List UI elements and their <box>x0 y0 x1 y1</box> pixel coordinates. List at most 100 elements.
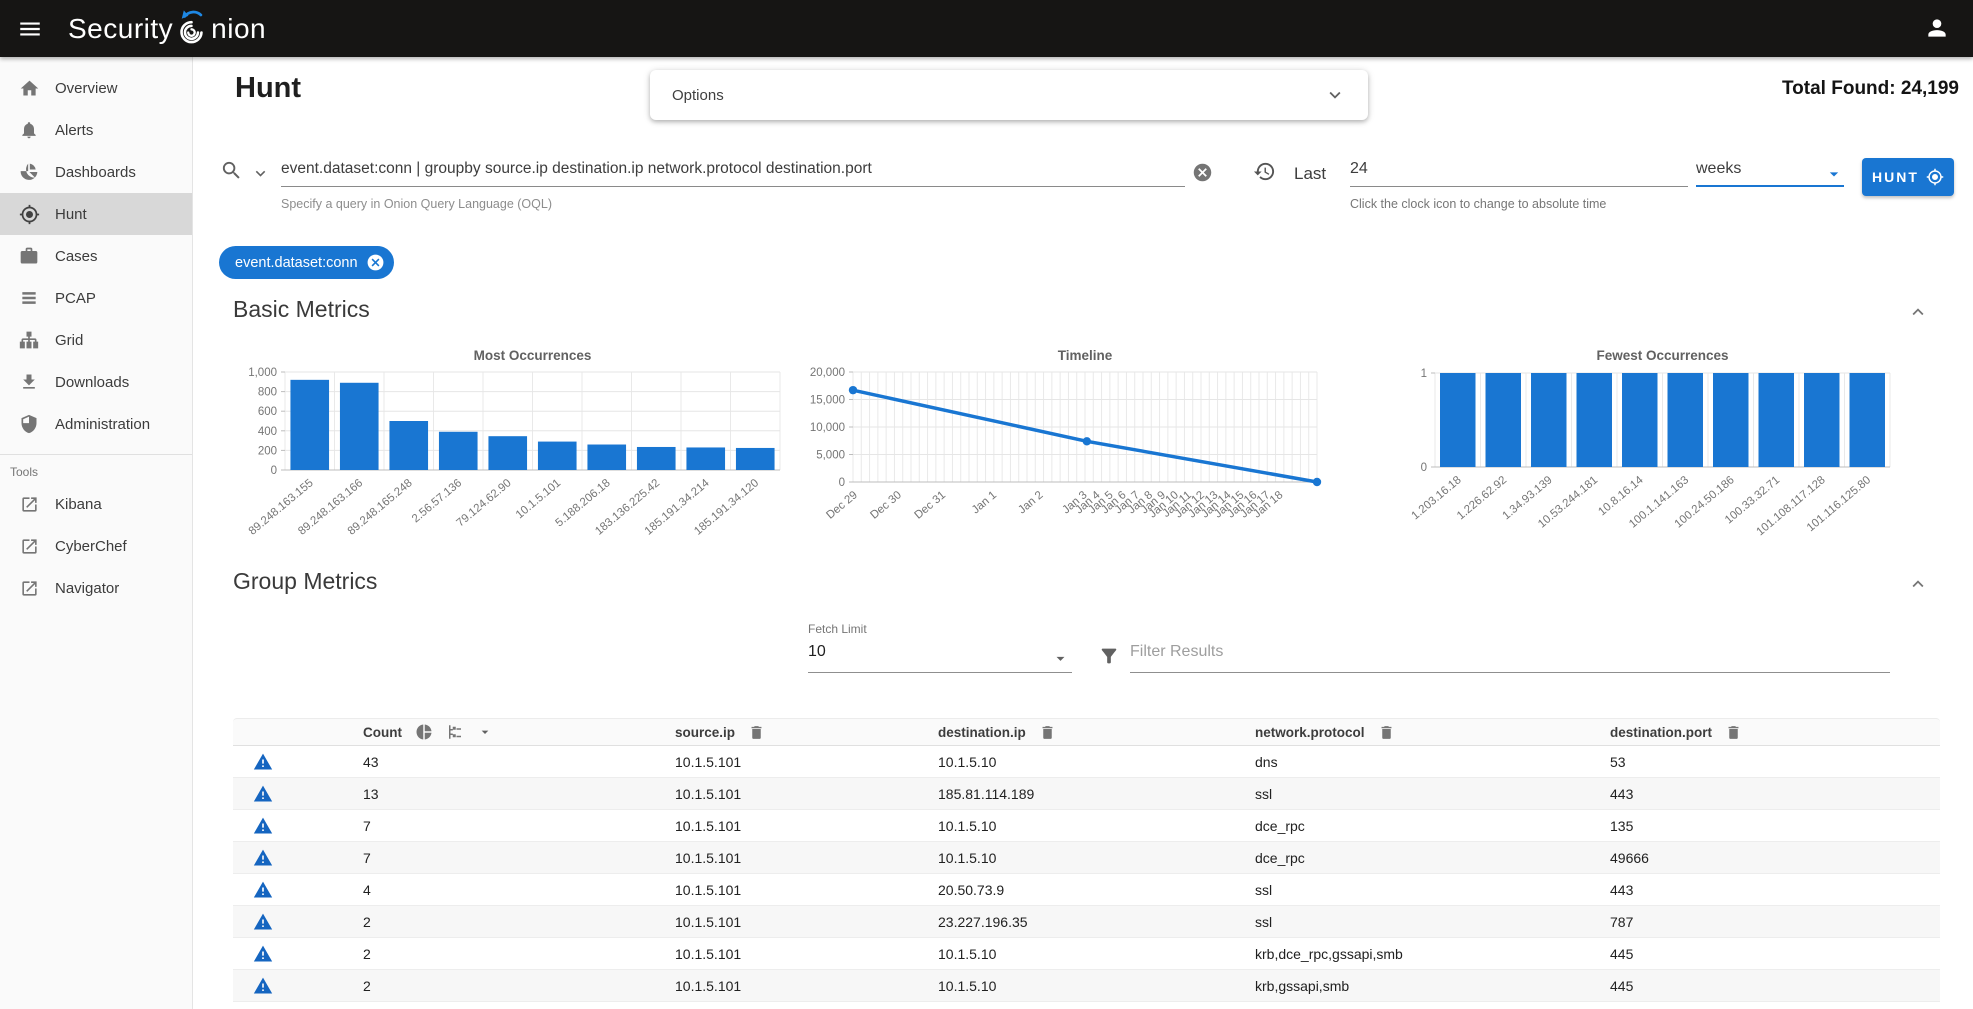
time-unit-select[interactable]: weeks <box>1696 160 1844 187</box>
count-cell[interactable]: 13 <box>363 786 675 802</box>
source-ip-cell[interactable]: 10.1.5.101 <box>675 754 938 770</box>
alert-icon[interactable] <box>253 816 273 836</box>
options-panel-toggle[interactable]: Options <box>650 70 1368 120</box>
sidebar-item-overview[interactable]: Overview <box>0 67 192 109</box>
source-ip-cell[interactable]: 10.1.5.101 <box>675 914 938 930</box>
caret-down-icon[interactable] <box>477 724 493 740</box>
count-cell[interactable]: 4 <box>363 882 675 898</box>
group-metrics-collapse-icon[interactable] <box>1906 572 1930 596</box>
source-ip-cell[interactable]: 10.1.5.101 <box>675 882 938 898</box>
sidebar-item-pcap[interactable]: PCAP <box>0 277 192 319</box>
fewest-occurrences-chart[interactable]: Fewest Occurrences101.203.16.181.226.62.… <box>1388 340 1958 565</box>
network-protocol-cell[interactable]: dns <box>1255 754 1610 770</box>
account-icon[interactable] <box>1917 8 1957 48</box>
network-protocol-cell[interactable]: krb,gssapi,smb <box>1255 978 1610 994</box>
alert-icon[interactable] <box>253 784 273 804</box>
destination-ip-cell[interactable]: 185.81.114.189 <box>938 786 1255 802</box>
trash-icon[interactable] <box>1725 724 1742 741</box>
destination-port-cell[interactable]: 49666 <box>1610 850 1940 866</box>
count-cell[interactable]: 7 <box>363 818 675 834</box>
count-cell[interactable]: 7 <box>363 850 675 866</box>
source-ip-cell[interactable]: 10.1.5.101 <box>675 946 938 962</box>
sidebar-item-dashboards[interactable]: Dashboards <box>0 151 192 193</box>
query-input[interactable]: event.dataset:conn | groupby source.ip d… <box>281 160 1185 187</box>
pie-chart-icon[interactable] <box>415 723 433 741</box>
briefcase-icon <box>18 245 40 267</box>
column-header-destination-port[interactable]: destination.port <box>1610 724 1940 741</box>
count-cell[interactable]: 2 <box>363 978 675 994</box>
sidebar-item-administration[interactable]: Administration <box>0 403 192 445</box>
sankey-icon[interactable] <box>446 723 464 741</box>
hunt-button[interactable]: HUNT <box>1862 158 1954 196</box>
sidebar-item-grid[interactable]: Grid <box>0 319 192 361</box>
alert-icon[interactable] <box>253 912 273 932</box>
filter-results-input[interactable]: Filter Results <box>1130 643 1890 673</box>
sidebar-item-cyberchef[interactable]: CyberChef <box>0 525 192 567</box>
sidebar-item-hunt[interactable]: Hunt <box>0 193 192 235</box>
column-header-count[interactable]: Count <box>363 723 675 741</box>
hunt-page: Security nion Overview Alerts Dash <box>0 0 1973 1009</box>
source-ip-cell[interactable]: 10.1.5.101 <box>675 978 938 994</box>
sidebar-item-kibana[interactable]: Kibana <box>0 483 192 525</box>
query-history-chevron-icon[interactable] <box>251 164 270 183</box>
shield-icon <box>18 413 40 435</box>
destination-port-cell[interactable]: 445 <box>1610 978 1940 994</box>
destination-port-cell[interactable]: 445 <box>1610 946 1940 962</box>
filter-chip[interactable]: event.dataset:conn <box>219 246 394 279</box>
menu-icon[interactable] <box>6 5 54 53</box>
network-protocol-cell[interactable]: ssl <box>1255 882 1610 898</box>
fetch-limit-value: 10 <box>808 643 826 660</box>
destination-ip-cell[interactable]: 10.1.5.10 <box>938 978 1255 994</box>
network-protocol-cell[interactable]: dce_rpc <box>1255 850 1610 866</box>
basic-metrics-collapse-icon[interactable] <box>1906 300 1930 324</box>
most-occurrences-chart[interactable]: Most Occurrences1,000800600400200089.248… <box>233 340 788 565</box>
count-cell[interactable]: 2 <box>363 946 675 962</box>
chip-close-icon[interactable] <box>366 253 385 272</box>
source-ip-cell[interactable]: 10.1.5.101 <box>675 818 938 834</box>
destination-port-cell[interactable]: 787 <box>1610 914 1940 930</box>
destination-ip-cell[interactable]: 10.1.5.10 <box>938 754 1255 770</box>
destination-ip-cell[interactable]: 10.1.5.10 <box>938 850 1255 866</box>
network-protocol-cell[interactable]: ssl <box>1255 914 1610 930</box>
table-row: 410.1.5.10120.50.73.9ssl443 <box>233 874 1940 906</box>
network-protocol-cell[interactable]: dce_rpc <box>1255 818 1610 834</box>
alert-icon[interactable] <box>253 880 273 900</box>
alert-icon[interactable] <box>253 944 273 964</box>
count-cell[interactable]: 2 <box>363 914 675 930</box>
page-title: Hunt <box>235 72 301 105</box>
destination-ip-cell[interactable]: 20.50.73.9 <box>938 882 1255 898</box>
destination-ip-cell[interactable]: 10.1.5.10 <box>938 818 1255 834</box>
trash-icon[interactable] <box>748 724 765 741</box>
sidebar-item-downloads[interactable]: Downloads <box>0 361 192 403</box>
destination-port-cell[interactable]: 443 <box>1610 786 1940 802</box>
sidebar-item-alerts[interactable]: Alerts <box>0 109 192 151</box>
trash-icon[interactable] <box>1039 724 1056 741</box>
column-header-destination-ip[interactable]: destination.ip <box>938 724 1255 741</box>
destination-ip-cell[interactable]: 23.227.196.35 <box>938 914 1255 930</box>
sidebar-item-navigator[interactable]: Navigator <box>0 567 192 609</box>
source-ip-cell[interactable]: 10.1.5.101 <box>675 786 938 802</box>
source-ip-cell[interactable]: 10.1.5.101 <box>675 850 938 866</box>
clock-history-icon[interactable] <box>1253 160 1276 183</box>
filter-funnel-icon <box>1098 645 1120 667</box>
destination-port-cell[interactable]: 443 <box>1610 882 1940 898</box>
destination-port-cell[interactable]: 53 <box>1610 754 1940 770</box>
column-header-network-protocol[interactable]: network.protocol <box>1255 724 1610 741</box>
time-amount-input[interactable]: 24 <box>1350 160 1688 187</box>
trash-icon[interactable] <box>1378 724 1395 741</box>
home-icon <box>18 77 40 99</box>
alert-icon[interactable] <box>253 752 273 772</box>
count-cell[interactable]: 43 <box>363 754 675 770</box>
alert-icon[interactable] <box>253 976 273 996</box>
sidebar-item-cases[interactable]: Cases <box>0 235 192 277</box>
destination-port-cell[interactable]: 135 <box>1610 818 1940 834</box>
network-protocol-cell[interactable]: krb,dce_rpc,gssapi,smb <box>1255 946 1610 962</box>
destination-ip-cell[interactable]: 10.1.5.10 <box>938 946 1255 962</box>
alert-icon[interactable] <box>253 848 273 868</box>
clear-query-icon[interactable] <box>1192 162 1213 183</box>
network-protocol-cell[interactable]: ssl <box>1255 786 1610 802</box>
timeline-chart[interactable]: Timeline20,00015,00010,0005,0000Dec 29De… <box>808 340 1373 565</box>
table-row: 710.1.5.10110.1.5.10dce_rpc49666 <box>233 842 1940 874</box>
column-header-source-ip[interactable]: source.ip <box>675 724 938 741</box>
fetch-limit-select[interactable]: 10 <box>808 643 1072 673</box>
